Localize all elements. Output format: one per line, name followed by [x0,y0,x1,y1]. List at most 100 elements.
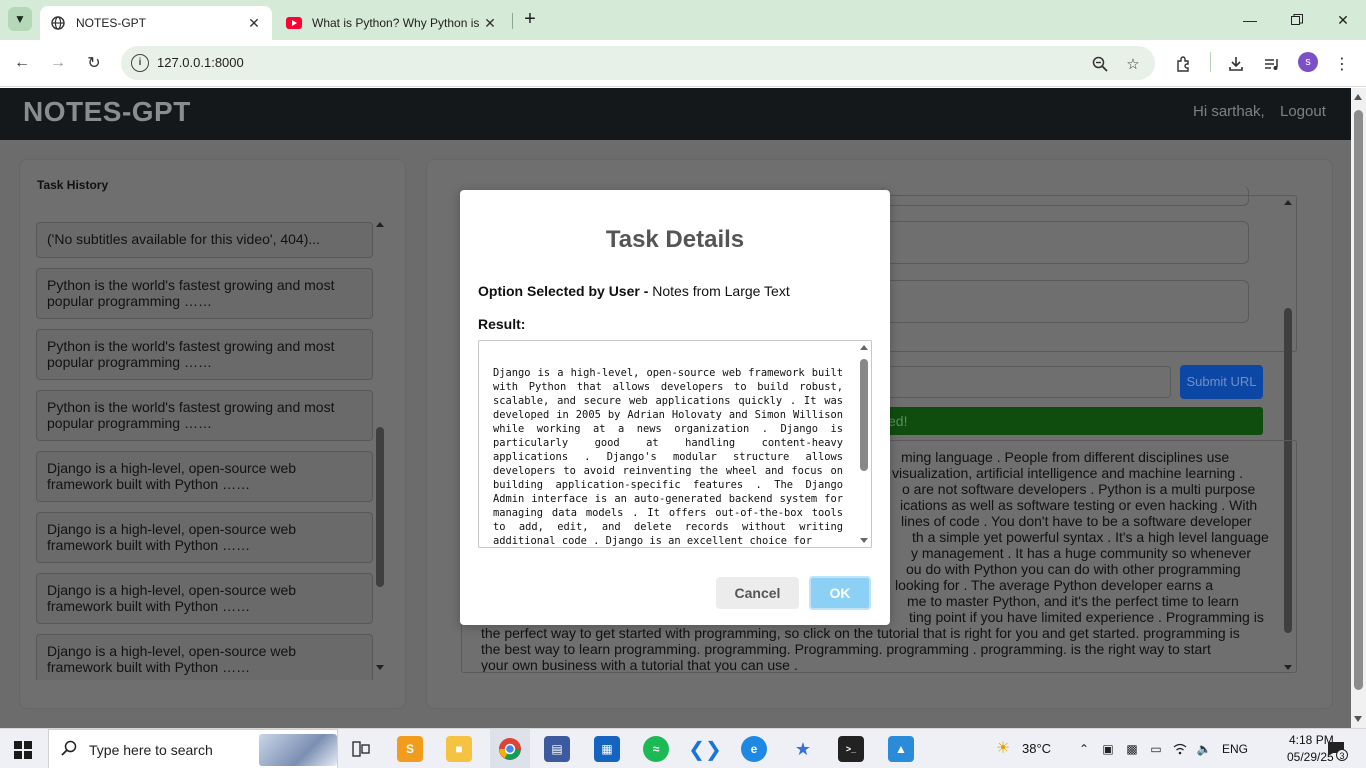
list-item[interactable]: Django is a high-level, open-source web … [36,573,373,624]
video-url-input[interactable] [883,366,1171,398]
security-icon[interactable]: ▩ [1124,741,1140,757]
cancel-button[interactable]: Cancel [716,577,799,609]
scrollbar-thumb[interactable] [860,359,868,471]
submit-url-button[interactable]: Submit URL [1180,365,1263,399]
result-scrollbar[interactable] [859,345,869,543]
tab-notes-gpt[interactable]: NOTES-GPT ✕ [40,6,272,40]
list-item[interactable]: Django is a high-level, open-source web … [36,512,373,563]
tab-separator [512,13,513,29]
download-icon[interactable] [1225,53,1247,75]
close-icon[interactable]: ✕ [246,15,262,31]
file-explorer-icon[interactable]: ■ [446,736,472,762]
list-item[interactable]: Python is the world's fastest growing an… [36,268,373,319]
volume-icon[interactable]: 🔈 [1196,741,1212,757]
sublime-text-icon[interactable]: S [397,736,423,762]
result-label: Result: [478,316,526,332]
more-menu-icon[interactable]: ⋮ [1331,53,1353,75]
task-details-modal: Task Details Option Selected by User - N… [460,190,890,625]
list-item[interactable]: Python is the world's fastest growing an… [36,329,373,380]
task-view-icon[interactable] [348,736,374,762]
windows-taskbar: Type here to search S ■ ▤ ▦ ≈ ❮❯ e ★ >_ … [0,728,1366,768]
scroll-up-arrow-icon[interactable] [860,345,868,350]
close-icon[interactable]: ✕ [482,15,498,31]
zoom-icon[interactable] [1091,55,1109,73]
chevron-up-icon[interactable]: ⌃ [1076,741,1092,757]
task-history-panel: Task History ('No subtitles available fo… [19,159,406,709]
forward-arrow-icon[interactable]: → [47,52,69,74]
selected-option-value: Notes from Large Text [652,283,790,299]
media-control-icon[interactable] [1261,53,1283,75]
modal-title: Task Details [605,226,745,253]
taskbar-search-box[interactable]: Type here to search [48,729,338,768]
windows-start-icon[interactable] [14,741,32,759]
globe-icon [50,15,66,31]
meet-now-icon[interactable]: ▣ [1100,741,1116,757]
search-icon [61,740,77,761]
notification-count-badge: 3 [1336,749,1348,761]
microsoft-store-icon[interactable]: ▦ [594,736,620,762]
new-tab-plus-icon[interactable]: + [520,9,540,30]
list-item[interactable]: Django is a high-level, open-source web … [36,634,373,680]
edge-icon[interactable]: e [741,736,767,762]
ok-button[interactable]: OK [809,576,871,610]
browser-tab-bar: ▼ NOTES-GPT ✕ What is Python? Why Python… [0,0,1366,40]
scrollbar-thumb[interactable] [1354,110,1363,690]
search-placeholder: Type here to search [89,742,213,758]
url-text: 127.0.0.1:8000 [157,55,244,70]
brand-logo-text[interactable]: NOTES-GPT [23,96,191,128]
weather-temperature[interactable]: 38°C [1022,741,1051,756]
ghost-field [881,186,1249,206]
result-textarea[interactable]: Django is a high-level, open-source web … [478,340,872,548]
weather-sun-icon[interactable]: ☀ [992,737,1014,759]
tab-search-button[interactable]: ▼ [8,7,32,31]
result-text: Django is a high-level, open-source web … [493,367,843,547]
success-alert: ed! [880,407,1263,435]
task-history-list[interactable]: ('No subtitles available for this video'… [36,222,392,680]
scrollbar-thumb[interactable] [376,427,384,587]
scroll-up-arrow-icon[interactable] [1354,94,1362,100]
wifi-icon[interactable] [1172,741,1188,757]
youtube-icon [286,15,302,31]
battery-icon[interactable]: ▭ [1148,741,1164,757]
avatar[interactable]: s [1298,52,1318,72]
search-highlight-image-icon [259,734,337,766]
scroll-up-arrow-icon[interactable] [376,222,384,227]
list-item[interactable]: ('No subtitles available for this video'… [36,222,373,258]
logout-link[interactable]: Logout [1280,103,1326,120]
ghost-field [881,221,1249,264]
vscode-icon[interactable]: ❮❯ [688,736,722,762]
address-bar: ← → ↻ i 127.0.0.1:8000 ☆ ⋮ [0,40,1366,87]
ghost-field [881,280,1249,323]
page-scrollbar[interactable] [1351,88,1366,728]
tab-youtube[interactable]: What is Python? Why Python is ✕ [276,6,508,40]
extensions-puzzle-icon[interactable] [1173,53,1195,75]
chrome-icon[interactable] [497,736,523,762]
app-icon[interactable]: ★ [790,736,816,762]
scroll-down-arrow-icon[interactable] [1354,716,1362,722]
terminal-icon[interactable]: >_ [838,736,864,762]
photos-icon[interactable]: ▲ [888,736,914,762]
url-omnibox[interactable]: i 127.0.0.1:8000 ☆ [121,46,1155,80]
site-navbar: NOTES-GPT Hi sarthak, Logout [0,88,1351,140]
site-info-icon[interactable]: i [131,54,149,72]
network-tool-icon[interactable]: ▤ [544,736,570,762]
tab-title: NOTES-GPT [76,16,147,30]
window-close-icon[interactable]: ✕ [1331,8,1355,32]
spotify-icon[interactable]: ≈ [643,736,669,762]
toolbar-separator [1210,52,1211,72]
minimize-icon[interactable]: — [1238,8,1262,32]
scroll-down-arrow-icon[interactable] [860,538,868,543]
list-item[interactable]: Python is the world's fastest growing an… [36,390,373,441]
back-arrow-icon[interactable]: ← [11,52,33,74]
task-history-title: Task History [37,178,109,192]
bookmark-star-icon[interactable]: ☆ [1124,55,1142,73]
chevron-down-icon: ▼ [14,12,26,26]
restore-icon[interactable] [1285,8,1309,32]
scroll-down-arrow-icon[interactable] [376,665,384,670]
list-item[interactable]: Django is a high-level, open-source web … [36,451,373,502]
language-indicator[interactable]: ENG [1222,742,1248,756]
reload-icon[interactable]: ↻ [83,52,105,74]
task-history-scrollbar[interactable] [375,222,385,670]
scroll-up-arrow-icon[interactable] [1284,200,1292,205]
tab-title: What is Python? Why Python is [312,16,480,30]
